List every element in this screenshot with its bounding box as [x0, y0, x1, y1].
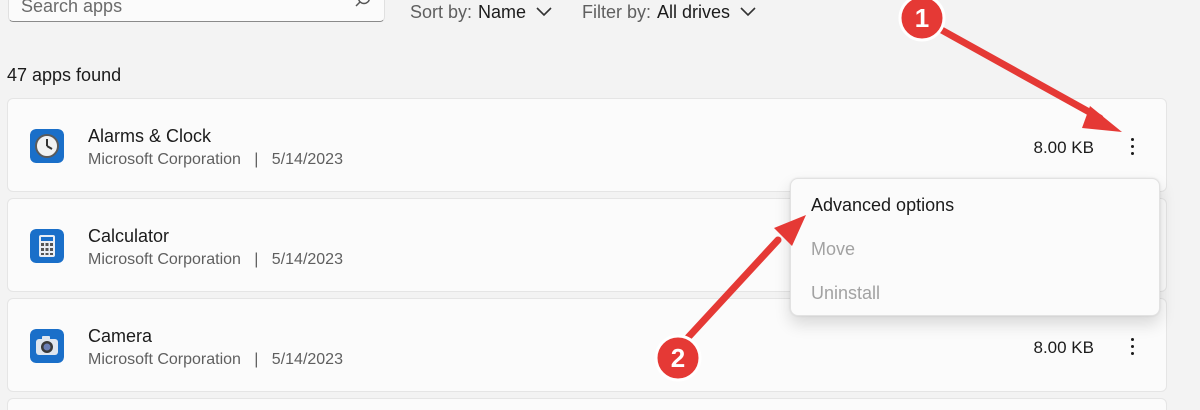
alarm-clock-icon	[30, 129, 64, 163]
app-date: 5/14/2023	[271, 351, 343, 368]
more-dot	[1130, 351, 1134, 355]
more-dot	[1130, 137, 1134, 141]
filter-label: Filter by:	[582, 1, 652, 22]
search-placeholder: Search apps	[21, 0, 123, 16]
app-publisher: Microsoft Corporation	[88, 351, 241, 368]
menu-item-uninstall: Uninstall	[811, 283, 881, 303]
menu-item-move: Move	[811, 239, 856, 259]
more-options-button[interactable]	[1118, 129, 1146, 163]
chevron-down-icon	[536, 7, 552, 17]
app-meta: Microsoft Corporation | 5/14/2023	[88, 151, 343, 169]
filter-dropdown[interactable]: Filter by: All drives	[582, 0, 756, 24]
more-dot	[1130, 344, 1134, 348]
badge-1: 1	[898, 0, 946, 42]
app-name: Alarms & Clock	[88, 126, 212, 146]
app-name: Camera	[88, 326, 153, 346]
sort-dropdown[interactable]: Sort by: Name	[410, 0, 552, 24]
chevron-down-icon	[740, 7, 756, 17]
app-name: Calculator	[88, 226, 170, 246]
app-date: 5/14/2023	[271, 251, 343, 268]
meta-separator: |	[254, 351, 259, 368]
meta-separator: |	[254, 151, 259, 168]
menu-item-advanced-options[interactable]: Advanced options	[811, 195, 954, 216]
apps-found-count: 47 apps found	[7, 65, 122, 85]
sort-label: Sort by:	[410, 1, 473, 22]
filter-value: All drives	[657, 1, 731, 22]
app-row-next[interactable]	[7, 398, 1167, 410]
meta-separator: |	[254, 251, 259, 268]
app-publisher: Microsoft Corporation	[88, 251, 241, 268]
sort-value: Name	[478, 1, 527, 22]
app-size: 8.00 KB	[1033, 138, 1095, 157]
more-dot	[1130, 337, 1134, 341]
app-meta: Microsoft Corporation | 5/14/2023	[88, 251, 343, 269]
more-dot	[1130, 144, 1134, 148]
context-menu: Advanced options Move Uninstall	[790, 178, 1160, 316]
app-publisher: Microsoft Corporation	[88, 151, 241, 168]
search-icon[interactable]	[354, 0, 372, 9]
app-meta: Microsoft Corporation | 5/14/2023	[88, 351, 343, 369]
app-size: 8.00 KB	[1033, 338, 1095, 357]
search-input[interactable]: Search apps	[8, 0, 385, 22]
calculator-icon	[30, 229, 64, 263]
camera-icon	[30, 329, 64, 363]
more-dot	[1130, 151, 1134, 155]
app-date: 5/14/2023	[271, 151, 343, 168]
svg-text:1: 1	[915, 3, 929, 33]
more-options-button[interactable]	[1118, 329, 1146, 363]
